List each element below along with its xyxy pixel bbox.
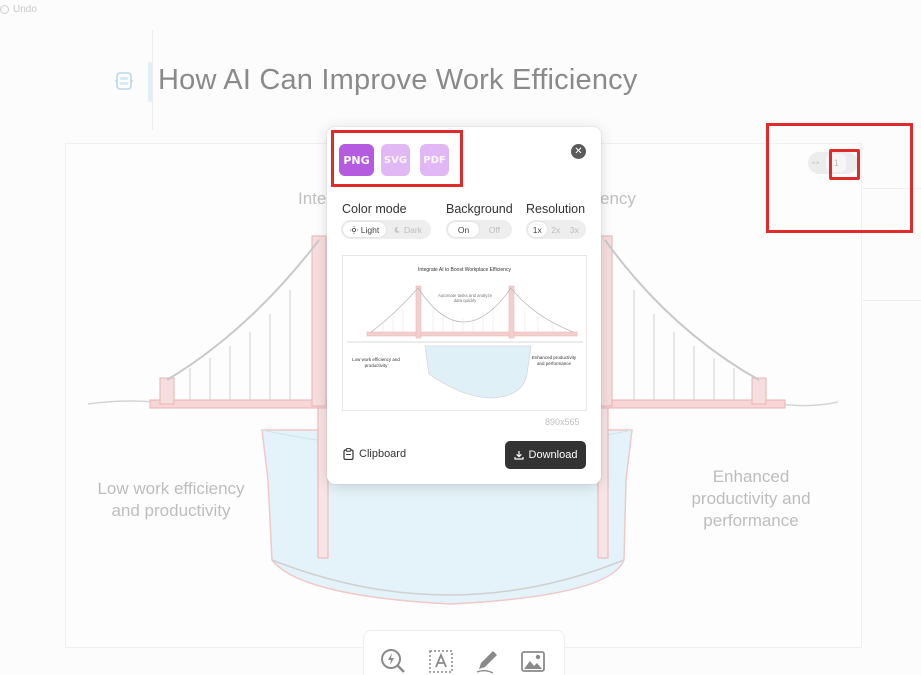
- color-dark-label: Dark: [404, 224, 422, 235]
- bg-left-label: Low work efficiency and productivity: [97, 479, 245, 521]
- pen-icon[interactable]: [473, 647, 501, 675]
- preview-subtitle: Automate tasks and analyze data quickly: [438, 293, 492, 304]
- clipboard-icon: [343, 448, 354, 460]
- export-dimensions: 890x565: [545, 417, 580, 427]
- preview-right-text: Enhanced productivity and performance: [531, 355, 577, 366]
- download-button[interactable]: Download: [505, 441, 586, 469]
- resolution-3x-option[interactable]: 3x: [565, 222, 584, 237]
- color-mode-toggle: Light Dark: [341, 220, 431, 239]
- background-label: Background: [446, 202, 513, 216]
- preview-bridge-graphic: [347, 285, 583, 399]
- sun-icon: [349, 225, 358, 234]
- bottom-toolbar: [363, 630, 565, 675]
- background-toggle: On Off: [446, 220, 512, 239]
- bg-top-text-left: Inte: [298, 189, 327, 208]
- moon-icon: [394, 226, 401, 233]
- image-icon[interactable]: [519, 647, 547, 675]
- resolution-1x-option[interactable]: 1x: [528, 222, 547, 237]
- color-dark-option[interactable]: Dark: [386, 222, 429, 237]
- background-on-option[interactable]: On: [448, 222, 479, 237]
- export-popup: PNG SVG PDF ✕ Color mode Background Reso…: [327, 127, 601, 484]
- resolution-toggle: 1x 2x 3x: [526, 220, 586, 239]
- close-icon[interactable]: ✕: [571, 144, 586, 159]
- preview-title: Integrate AI to Boost Workplace Efficien…: [418, 267, 511, 273]
- highlight-box-inner: [829, 149, 860, 180]
- download-icon: [513, 451, 524, 460]
- color-mode-label: Color mode: [342, 202, 407, 216]
- color-light-option[interactable]: Light: [343, 222, 386, 237]
- resolution-label: Resolution: [526, 202, 586, 216]
- resolution-2x-option[interactable]: 2x: [547, 222, 566, 237]
- preview-left-text: Low work efficiency and productivity: [352, 357, 400, 368]
- color-light-label: Light: [360, 224, 380, 235]
- background-off-option[interactable]: Off: [479, 222, 510, 237]
- magic-zoom-icon[interactable]: [379, 647, 407, 675]
- download-label: Download: [528, 449, 578, 461]
- export-preview: Integrate AI to Boost Workplace Efficien…: [342, 255, 587, 411]
- format-highlight-box: [331, 130, 463, 187]
- text-box-icon[interactable]: [427, 647, 455, 675]
- bg-right-label: Enhanced productivity and performance: [691, 467, 811, 531]
- bg-top-text-right: ency: [600, 189, 636, 208]
- clipboard-button[interactable]: Clipboard: [343, 448, 406, 460]
- clipboard-label: Clipboard: [359, 448, 407, 460]
